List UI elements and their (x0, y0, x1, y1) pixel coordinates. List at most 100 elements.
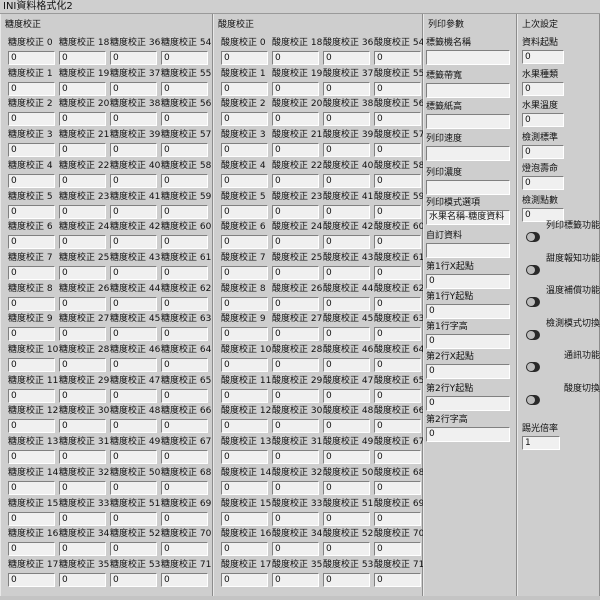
gain-input[interactable]: 1 (522, 436, 560, 450)
print-field-input[interactable]: 0 (426, 396, 510, 411)
sugar-calibration-input-70[interactable]: 0 (161, 542, 208, 557)
acid-calibration-input-13[interactable]: 0 (221, 450, 268, 465)
sugar-calibration-input-55[interactable]: 0 (161, 81, 208, 96)
acid-calibration-input-32[interactable]: 0 (272, 480, 319, 495)
last-field-input[interactable]: 0 (522, 144, 564, 159)
print-field-input[interactable]: 0 (426, 334, 510, 349)
sugar-calibration-input-7[interactable]: 0 (8, 265, 55, 280)
sugar-calibration-input-54[interactable]: 0 (161, 51, 208, 65)
sugar-calibration-input-18[interactable]: 0 (59, 51, 106, 65)
acid-calibration-input-16[interactable]: 0 (221, 542, 268, 557)
acid-calibration-input-52[interactable]: 0 (323, 542, 370, 557)
toggle-switch-4[interactable]: 通訊功能 (522, 351, 600, 373)
sugar-calibration-input-50[interactable]: 0 (110, 480, 157, 495)
print-field-input[interactable] (426, 83, 510, 98)
sugar-calibration-input-44[interactable]: 0 (110, 296, 157, 311)
print-field-input[interactable]: 0 (426, 304, 510, 319)
acid-calibration-input-59[interactable]: 0 (374, 204, 421, 219)
sugar-calibration-input-11[interactable]: 0 (8, 388, 55, 403)
sugar-calibration-input-67[interactable]: 0 (161, 450, 208, 465)
acid-calibration-input-62[interactable]: 0 (374, 296, 421, 311)
sugar-calibration-input-46[interactable]: 0 (110, 358, 157, 372)
toggle-switch-1[interactable]: 甜度報知功能 (522, 254, 600, 276)
last-field-input[interactable]: 0 (522, 207, 564, 222)
acid-calibration-input-2[interactable]: 0 (221, 112, 268, 127)
acid-calibration-input-55[interactable]: 0 (374, 81, 421, 96)
last-field-input[interactable]: 0 (522, 81, 564, 96)
sugar-calibration-input-35[interactable]: 0 (59, 572, 106, 587)
acid-calibration-input-11[interactable]: 0 (221, 388, 268, 403)
sugar-calibration-input-25[interactable]: 0 (59, 265, 106, 280)
acid-calibration-input-43[interactable]: 0 (323, 265, 370, 280)
sugar-calibration-input-64[interactable]: 0 (161, 358, 208, 372)
acid-calibration-input-33[interactable]: 0 (272, 511, 319, 526)
acid-calibration-input-27[interactable]: 0 (272, 327, 319, 342)
toggle-switch-2[interactable]: 溫度補償功能 (522, 286, 600, 308)
acid-calibration-input-45[interactable]: 0 (323, 327, 370, 342)
sugar-calibration-input-43[interactable]: 0 (110, 265, 157, 280)
sugar-calibration-input-59[interactable]: 0 (161, 204, 208, 219)
toggle-switch-5[interactable]: 酸度切換 (522, 384, 600, 406)
sugar-calibration-input-27[interactable]: 0 (59, 327, 106, 342)
acid-calibration-input-53[interactable]: 0 (323, 572, 370, 587)
sugar-calibration-input-56[interactable]: 0 (161, 112, 208, 127)
acid-calibration-input-22[interactable]: 0 (272, 173, 319, 188)
acid-calibration-input-69[interactable]: 0 (374, 511, 421, 526)
sugar-calibration-input-49[interactable]: 0 (110, 450, 157, 465)
acid-calibration-input-35[interactable]: 0 (272, 572, 319, 587)
sugar-calibration-input-68[interactable]: 0 (161, 480, 208, 495)
acid-calibration-input-56[interactable]: 0 (374, 112, 421, 127)
sugar-calibration-input-66[interactable]: 0 (161, 419, 208, 434)
acid-calibration-input-19[interactable]: 0 (272, 81, 319, 96)
sugar-calibration-input-1[interactable]: 0 (8, 81, 55, 96)
sugar-calibration-input-29[interactable]: 0 (59, 388, 106, 403)
acid-calibration-input-20[interactable]: 0 (272, 112, 319, 127)
sugar-calibration-input-71[interactable]: 0 (161, 572, 208, 587)
acid-calibration-input-39[interactable]: 0 (323, 143, 370, 158)
sugar-calibration-input-16[interactable]: 0 (8, 542, 55, 557)
sugar-calibration-input-41[interactable]: 0 (110, 204, 157, 219)
acid-calibration-input-70[interactable]: 0 (374, 542, 421, 557)
print-field-input[interactable]: 0 (426, 364, 510, 379)
last-field-input[interactable]: 0 (522, 50, 564, 64)
acid-calibration-input-37[interactable]: 0 (323, 81, 370, 96)
last-field-input[interactable]: 0 (522, 176, 564, 190)
acid-calibration-input-34[interactable]: 0 (272, 542, 319, 557)
sugar-calibration-input-62[interactable]: 0 (161, 296, 208, 311)
acid-calibration-input-41[interactable]: 0 (323, 204, 370, 219)
print-field-input[interactable] (426, 146, 510, 161)
acid-calibration-input-65[interactable]: 0 (374, 388, 421, 403)
last-field-input[interactable]: 0 (522, 113, 564, 127)
acid-calibration-input-15[interactable]: 0 (221, 511, 268, 526)
acid-calibration-input-58[interactable]: 0 (374, 173, 421, 188)
acid-calibration-input-61[interactable]: 0 (374, 265, 421, 280)
sugar-calibration-input-37[interactable]: 0 (110, 81, 157, 96)
acid-calibration-input-7[interactable]: 0 (221, 265, 268, 280)
acid-calibration-input-31[interactable]: 0 (272, 450, 319, 465)
sugar-calibration-input-21[interactable]: 0 (59, 143, 106, 158)
sugar-calibration-input-4[interactable]: 0 (8, 173, 55, 188)
sugar-calibration-input-17[interactable]: 0 (8, 572, 55, 587)
print-mode-select[interactable]: 水果名稱-糖度資料 (426, 210, 510, 225)
toggle-switch-3[interactable]: 檢測模式切換 (522, 319, 600, 341)
sugar-calibration-input-9[interactable]: 0 (8, 327, 55, 342)
sugar-calibration-input-69[interactable]: 0 (161, 511, 208, 526)
sugar-calibration-input-10[interactable]: 0 (8, 358, 55, 372)
print-field-input[interactable] (426, 180, 510, 195)
sugar-calibration-input-28[interactable]: 0 (59, 358, 106, 372)
sugar-calibration-input-63[interactable]: 0 (161, 327, 208, 342)
acid-calibration-input-24[interactable]: 0 (272, 235, 319, 250)
print-field-input[interactable] (426, 114, 510, 129)
toggle-knob-icon[interactable] (526, 264, 540, 275)
toggle-knob-icon[interactable] (526, 232, 540, 242)
sugar-calibration-input-34[interactable]: 0 (59, 542, 106, 557)
sugar-calibration-input-14[interactable]: 0 (8, 480, 55, 495)
sugar-calibration-input-0[interactable]: 0 (8, 51, 55, 65)
sugar-calibration-input-52[interactable]: 0 (110, 542, 157, 557)
toggle-knob-icon[interactable] (526, 394, 540, 405)
sugar-calibration-input-60[interactable]: 0 (161, 235, 208, 250)
acid-calibration-input-67[interactable]: 0 (374, 450, 421, 465)
print-field-input[interactable] (426, 50, 510, 65)
acid-calibration-input-71[interactable]: 0 (374, 572, 421, 587)
acid-calibration-input-57[interactable]: 0 (374, 143, 421, 158)
